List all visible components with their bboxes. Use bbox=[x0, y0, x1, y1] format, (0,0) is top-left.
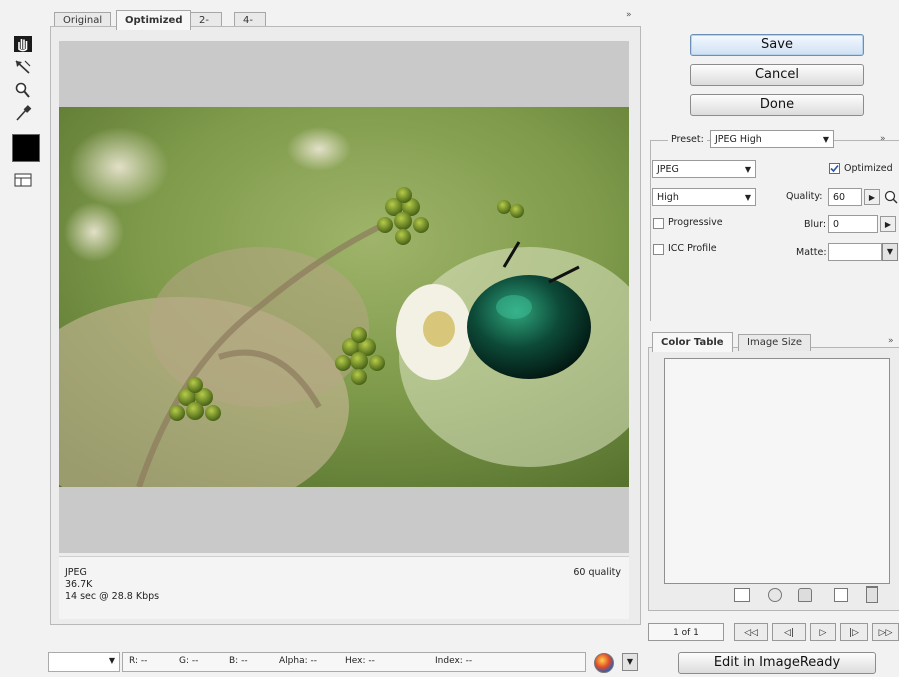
lock-color-icon[interactable] bbox=[768, 588, 782, 602]
new-color-icon[interactable] bbox=[834, 588, 848, 602]
preview-panel-menu-icon[interactable]: » bbox=[626, 10, 632, 20]
chevron-down-icon: ▼ bbox=[744, 165, 751, 174]
readout-g: G: -- bbox=[179, 656, 199, 666]
edit-in-imageready-button[interactable]: Edit in ImageReady bbox=[678, 652, 876, 674]
color-table-swatches[interactable] bbox=[664, 358, 890, 584]
matte-field[interactable] bbox=[828, 243, 882, 261]
file-format-value: JPEG bbox=[657, 164, 679, 175]
readout-b: B: -- bbox=[229, 656, 248, 666]
chevron-down-icon: ▼ bbox=[108, 656, 115, 665]
next-frame-button[interactable]: |▷ bbox=[840, 623, 868, 641]
info-file-size: 36.7K bbox=[65, 579, 93, 590]
cancel-button[interactable]: Cancel bbox=[690, 64, 864, 86]
hand-tool-icon[interactable] bbox=[12, 34, 34, 54]
matte-label: Matte: bbox=[796, 247, 827, 258]
blur-slider-arrow[interactable]: ▶ bbox=[880, 216, 896, 232]
eyedropper-tool-icon[interactable] bbox=[12, 103, 34, 123]
info-format: JPEG bbox=[65, 567, 87, 578]
browser-menu-button[interactable]: ▼ bbox=[622, 653, 638, 671]
trash-icon[interactable] bbox=[866, 586, 878, 603]
preset-label: Preset: bbox=[668, 134, 707, 145]
color-readout: R: -- G: -- B: -- Alpha: -- Hex: -- Inde… bbox=[122, 652, 586, 672]
padlock-icon[interactable] bbox=[798, 588, 812, 602]
readout-hex: Hex: -- bbox=[345, 656, 375, 666]
compression-value: High bbox=[657, 192, 679, 203]
previous-frame-button[interactable]: ◁| bbox=[772, 623, 806, 641]
file-format-select[interactable]: JPEG ▼ bbox=[652, 160, 756, 178]
optimized-checkbox[interactable] bbox=[829, 163, 840, 174]
optimized-label: Optimized bbox=[844, 163, 893, 174]
quality-label: Quality: bbox=[786, 191, 823, 202]
chevron-down-icon: ▼ bbox=[744, 193, 751, 202]
tab-optimized[interactable]: Optimized bbox=[116, 10, 192, 30]
preset-value: JPEG High bbox=[715, 134, 762, 145]
compression-quality-select[interactable]: High ▼ bbox=[652, 188, 756, 206]
readout-index: Index: -- bbox=[435, 656, 473, 666]
first-frame-button[interactable]: ◁◁ bbox=[734, 623, 768, 641]
matte-dropdown-button[interactable]: ▼ bbox=[882, 243, 898, 261]
quality-slider-arrow[interactable]: ▶ bbox=[864, 189, 880, 205]
progressive-checkbox[interactable] bbox=[653, 218, 664, 229]
zoom-tool-icon[interactable] bbox=[12, 80, 34, 100]
settings-menu-icon[interactable]: » bbox=[880, 134, 886, 144]
readout-alpha: Alpha: -- bbox=[279, 656, 317, 666]
browser-preview-icon[interactable] bbox=[594, 653, 614, 673]
progressive-label: Progressive bbox=[668, 217, 723, 228]
optimization-info: JPEG 36.7K 14 sec @ 28.8 Kbps 60 quality bbox=[59, 556, 629, 619]
eyedropper-color-swatch[interactable] bbox=[12, 134, 40, 162]
web-shift-icon[interactable] bbox=[734, 588, 750, 602]
chevron-down-icon: ▼ bbox=[822, 135, 829, 144]
color-table-menu-icon[interactable]: » bbox=[888, 336, 894, 346]
preset-select[interactable]: JPEG High ▼ bbox=[710, 130, 834, 148]
zoom-level-field[interactable]: ▼ bbox=[48, 652, 120, 672]
save-button[interactable]: Save bbox=[690, 34, 864, 56]
frame-counter: 1 of 1 bbox=[648, 623, 724, 641]
blur-label: Blur: bbox=[804, 219, 827, 230]
quality-value: 60 bbox=[833, 192, 846, 203]
tab-color-table[interactable]: Color Table bbox=[652, 332, 733, 352]
tab-image-size[interactable]: Image Size bbox=[738, 334, 812, 351]
quality-mask-icon[interactable] bbox=[884, 189, 898, 205]
slice-select-tool-icon[interactable] bbox=[12, 57, 34, 77]
icc-profile-checkbox[interactable] bbox=[653, 244, 664, 255]
play-button[interactable]: ▷ bbox=[810, 623, 836, 641]
quality-field[interactable]: 60 bbox=[828, 188, 862, 206]
last-frame-button[interactable]: ▷▷ bbox=[872, 623, 899, 641]
preview-canvas[interactable] bbox=[59, 41, 629, 553]
info-quality: 60 quality bbox=[573, 567, 621, 578]
readout-r: R: -- bbox=[129, 656, 148, 666]
blur-value: 0 bbox=[833, 219, 840, 230]
info-download-time: 14 sec @ 28.8 Kbps bbox=[65, 591, 160, 602]
toggle-slices-icon[interactable] bbox=[12, 170, 34, 190]
icc-profile-label: ICC Profile bbox=[668, 243, 717, 254]
blur-field[interactable]: 0 bbox=[828, 215, 878, 233]
done-button[interactable]: Done bbox=[690, 94, 864, 116]
optimized-photo bbox=[59, 107, 629, 487]
